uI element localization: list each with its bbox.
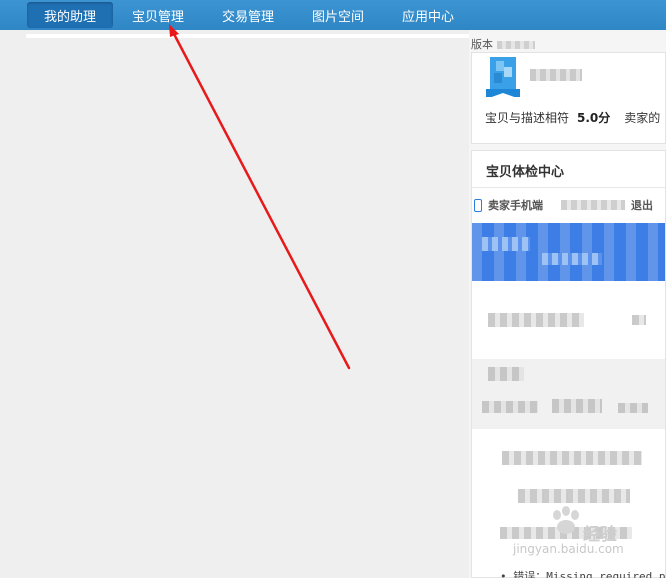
divider — [472, 187, 665, 188]
paw-logo-icon — [553, 506, 579, 534]
shop-card: 宝贝与描述相符 5.0分 卖家的 — [471, 52, 666, 144]
watermark-url: jingyan.baidu.com — [513, 542, 624, 556]
check-center-title: 宝贝体检中心 — [486, 165, 565, 180]
top-nav-bar: 我的助理 宝贝管理 交易管理 图片空间 应用中心 — [0, 0, 666, 30]
blurred-text — [502, 451, 642, 465]
blurred-text — [518, 489, 630, 503]
tab-app-center[interactable]: 应用中心 — [384, 0, 474, 30]
mobile-label[interactable]: 卖家手机端 — [488, 197, 543, 213]
blurred-text — [488, 367, 524, 381]
blurred-text — [482, 237, 530, 251]
shop-name-blurred — [530, 69, 582, 81]
blurred-text — [552, 399, 602, 413]
version-row: 版本 — [471, 36, 535, 52]
blurred-banner — [472, 223, 665, 281]
app-window: 我的助理 宝贝管理 交易管理 图片空间 应用中心 版本 宝贝与描述相符 5.0分卖… — [0, 0, 666, 578]
logout-link[interactable]: 退出 — [631, 197, 653, 213]
rating-label: 宝贝与描述相符 — [485, 111, 570, 125]
rating-row: 宝贝与描述相符 5.0分 卖家的 — [485, 109, 660, 126]
rating-score: 5.0分 — [577, 111, 611, 125]
rating-next-label: 卖家的 — [624, 111, 661, 125]
mobile-account-blurred — [561, 200, 625, 210]
version-label: 版本 — [471, 38, 493, 51]
shop-logo-icon — [486, 57, 520, 97]
content-top-strip — [26, 34, 470, 38]
mobile-row: 卖家手机端 退出 — [474, 197, 653, 213]
blurred-text — [618, 403, 648, 413]
blurred-text — [488, 313, 584, 327]
error-message: • 错误：Missing required pa — [500, 570, 666, 578]
tab-item-management[interactable]: 宝贝管理 — [113, 0, 204, 30]
baidu-jingyan-watermark: 经验 jingyan.baidu.com — [505, 506, 635, 560]
blurred-text — [542, 253, 602, 265]
blurred-text — [482, 401, 538, 413]
tab-my-assistant[interactable]: 我的助理 — [27, 2, 113, 28]
blurred-text — [632, 315, 646, 325]
version-value-blurred — [497, 41, 535, 49]
tab-picture-space[interactable]: 图片空间 — [294, 0, 384, 30]
phone-icon — [474, 198, 482, 212]
tab-trade-management[interactable]: 交易管理 — [204, 0, 294, 30]
